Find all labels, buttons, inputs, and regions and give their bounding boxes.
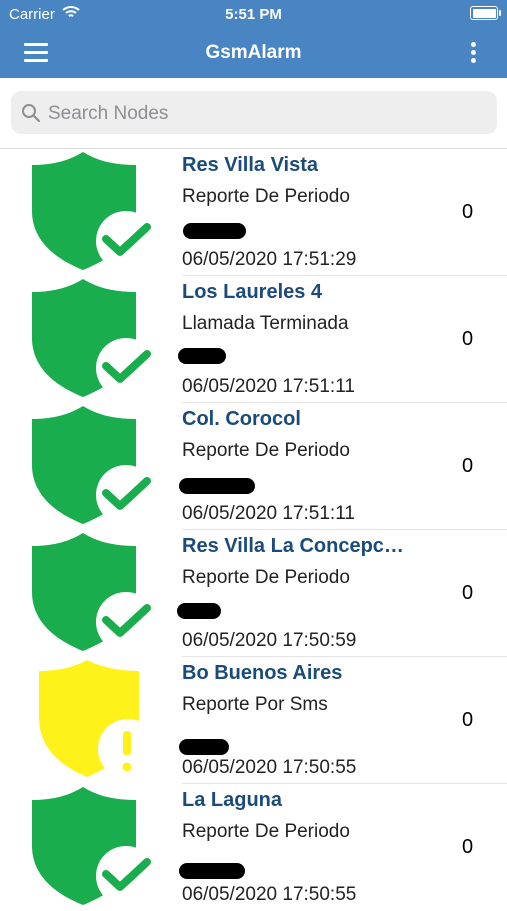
search-icon bbox=[21, 103, 41, 128]
node-count: 0 bbox=[462, 455, 474, 477]
node-row[interactable]: Col. Corocol Reporte De Periodo 06/05/20… bbox=[0, 403, 507, 530]
redacted-value bbox=[178, 348, 226, 364]
node-timestamp: 06/05/2020 17:51:29 bbox=[182, 249, 357, 270]
redacted-value bbox=[177, 603, 221, 619]
node-count: 0 bbox=[462, 836, 474, 858]
node-name: Los Laureles 4 bbox=[182, 281, 323, 303]
more-options-icon[interactable] bbox=[469, 42, 477, 66]
node-event: Reporte De Periodo bbox=[182, 440, 350, 461]
node-row[interactable]: Bo Buenos Aires Reporte Por Sms 06/05/20… bbox=[0, 657, 507, 784]
node-name: Res Villa Vista bbox=[182, 154, 319, 176]
shield-check-icon bbox=[31, 151, 156, 276]
node-count: 0 bbox=[462, 582, 474, 604]
redacted-value bbox=[179, 863, 245, 879]
node-name: Col. Corocol bbox=[182, 408, 301, 430]
node-event: Reporte Por Sms bbox=[182, 694, 328, 715]
node-row[interactable]: Res Villa La Concepc… Reporte De Periodo… bbox=[0, 530, 507, 657]
redacted-value bbox=[179, 739, 229, 755]
shield-warning-icon bbox=[31, 659, 158, 784]
nav-bar: GsmAlarm bbox=[0, 30, 507, 78]
node-timestamp: 06/05/2020 17:51:11 bbox=[182, 376, 355, 397]
shield-check-icon bbox=[31, 786, 156, 911]
shield-check-icon bbox=[31, 278, 156, 403]
status-bar: Carrier 5:51 PM bbox=[0, 0, 507, 30]
status-time: 5:51 PM bbox=[225, 6, 282, 23]
battery-icon bbox=[470, 6, 501, 20]
node-timestamp: 06/05/2020 17:50:55 bbox=[182, 884, 357, 905]
redacted-value bbox=[179, 478, 255, 494]
node-row[interactable]: La Laguna Reporte De Periodo 06/05/2020 … bbox=[0, 784, 507, 911]
node-count: 0 bbox=[462, 709, 474, 731]
node-row[interactable]: Los Laureles 4 Llamada Terminada 06/05/2… bbox=[0, 276, 507, 403]
node-name: Res Villa La Concepc… bbox=[182, 535, 404, 557]
node-name: Bo Buenos Aires bbox=[182, 662, 343, 684]
search-input[interactable] bbox=[46, 91, 490, 136]
shield-check-icon bbox=[31, 405, 156, 530]
node-timestamp: 06/05/2020 17:50:55 bbox=[182, 757, 357, 778]
node-event: Reporte De Periodo bbox=[182, 567, 350, 588]
node-name: La Laguna bbox=[182, 789, 283, 811]
node-timestamp: 06/05/2020 17:50:59 bbox=[182, 630, 357, 651]
node-count: 0 bbox=[462, 201, 474, 223]
app-title: GsmAlarm bbox=[205, 42, 302, 63]
nodes-list: Res Villa Vista Reporte De Periodo 06/05… bbox=[0, 149, 507, 911]
node-event: Llamada Terminada bbox=[182, 313, 349, 334]
shield-check-icon bbox=[31, 532, 156, 657]
node-event: Reporte De Periodo bbox=[182, 186, 350, 207]
node-event: Reporte De Periodo bbox=[182, 821, 350, 842]
node-count: 0 bbox=[462, 328, 474, 350]
node-row[interactable]: Res Villa Vista Reporte De Periodo 06/05… bbox=[0, 149, 507, 276]
redacted-value bbox=[183, 223, 246, 239]
search-bar[interactable] bbox=[11, 91, 497, 136]
node-timestamp: 06/05/2020 17:51:11 bbox=[182, 503, 355, 524]
search-area bbox=[0, 78, 507, 149]
